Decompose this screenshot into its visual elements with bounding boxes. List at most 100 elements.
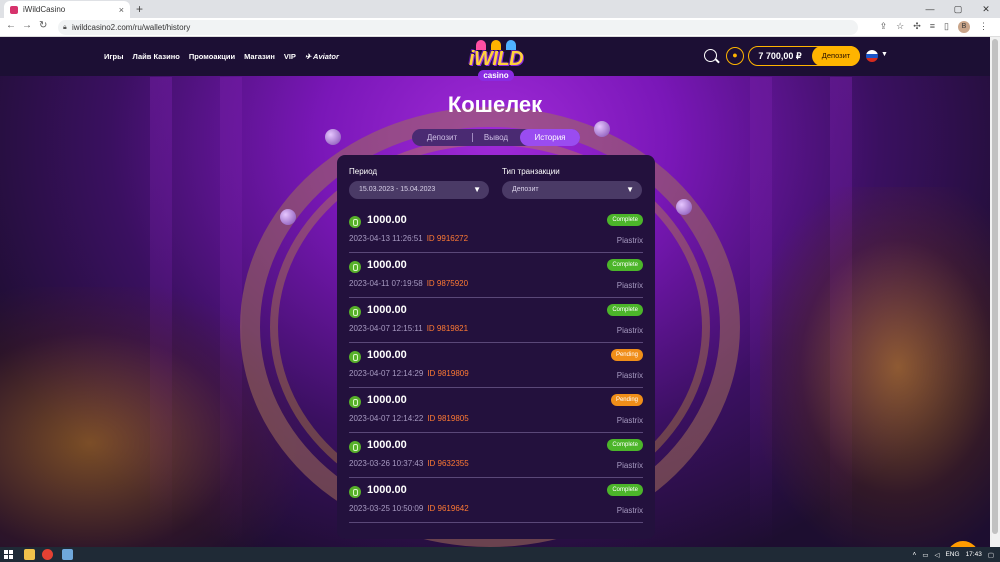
language-dropdown-chevron-icon[interactable]: ▼ <box>881 51 888 58</box>
transaction-date: 2023-04-07 12:14:22 <box>349 414 424 423</box>
share-icon[interactable]: ⇪ <box>880 21 888 33</box>
maximize-icon[interactable]: ▢ <box>944 0 972 18</box>
transaction-row[interactable]: 1000.00 2023-04-11 07:19:58 ID 9875920 Co… <box>349 253 643 298</box>
deposit-button[interactable]: Депозит <box>812 46 860 66</box>
background-orb <box>594 121 610 137</box>
background-orb <box>280 209 296 225</box>
transaction-datetime: 2023-03-25 10:50:09 ID 9619642 <box>349 504 469 513</box>
new-tab-button[interactable]: + <box>136 2 143 16</box>
transaction-row[interactable]: 1000.00 2023-03-26 10:37:43 ID 9632355 Co… <box>349 433 643 478</box>
transaction-id: ID 9819809 <box>427 369 469 378</box>
payment-method: Piastrix <box>616 236 643 245</box>
chevron-down-icon: ▼ <box>626 185 634 194</box>
transaction-id: ID 9875920 <box>426 279 469 288</box>
tab-deposit[interactable]: Депозит <box>414 129 470 146</box>
background-treasure-right <box>760 187 990 547</box>
plane-icon: ✈ <box>304 52 314 61</box>
tab-history[interactable]: История <box>520 129 580 146</box>
app-icon[interactable] <box>62 549 73 560</box>
transaction-row[interactable]: 1000.00 2023-04-07 12:15:11 ID 9819821 Co… <box>349 298 643 343</box>
clock[interactable]: 17:43 <box>966 551 982 558</box>
site-logo[interactable]: iWILD casino <box>458 40 534 86</box>
transaction-row[interactable]: 1000.00 2023-04-13 11:26:51 ID 9916272 Co… <box>349 208 643 253</box>
transaction-date: 2023-03-25 10:50:09 <box>349 504 424 513</box>
windows-start-icon[interactable] <box>4 550 13 559</box>
background-orb <box>325 129 341 145</box>
transaction-date: 2023-04-07 12:15:11 <box>349 324 423 333</box>
menu-item-live-casino[interactable]: Лайв Казино <box>133 52 180 61</box>
coin-icon <box>349 261 361 273</box>
menu-item-vip[interactable]: VIP <box>284 52 296 61</box>
page-title: Кошелек <box>447 92 543 117</box>
forward-arrow-icon[interactable]: → <box>22 20 32 31</box>
tray-chevron-icon[interactable]: ˄ <box>913 551 917 558</box>
period-label: Период <box>349 167 378 176</box>
transaction-type-select[interactable]: Депозит ▼ <box>502 181 642 199</box>
status-badge: Complete <box>607 259 643 271</box>
window-controls: — ▢ ✕ <box>916 0 1000 18</box>
side-panel-icon[interactable]: ▯ <box>944 21 949 33</box>
transaction-date: 2023-04-07 12:14:29 <box>349 369 424 378</box>
chrome-icon[interactable] <box>42 549 53 560</box>
transaction-amount: 1000.00 <box>367 439 407 451</box>
status-badge: Complete <box>607 214 643 226</box>
status-badge: Complete <box>607 439 643 451</box>
scrollbar-thumb[interactable] <box>992 39 998 534</box>
transaction-row[interactable]: 1000.00 2023-04-07 12:14:22 ID 9819805 Pe… <box>349 388 643 433</box>
url-field[interactable]: 🔒︎ iwildcasino2.com/ru/wallet/history <box>58 20 858 35</box>
notifications-icon[interactable]: ▢ <box>988 551 994 559</box>
coin-icon <box>349 351 361 363</box>
tab-withdrawal[interactable]: Вывод <box>474 129 518 146</box>
coin-icon <box>349 396 361 408</box>
payment-method: Piastrix <box>616 461 643 470</box>
transaction-id: ID 9819821 <box>426 324 469 333</box>
input-language[interactable]: ENG <box>945 551 959 558</box>
menu-item-promotions[interactable]: Промоакции <box>189 52 235 61</box>
system-tray: ˄ ▭ ◁ ENG 17:43 ▢ <box>913 547 994 562</box>
reload-icon[interactable]: ↻ <box>39 20 47 31</box>
transaction-amount: 1000.00 <box>367 484 407 496</box>
minimize-icon[interactable]: — <box>916 0 944 18</box>
menu-item-aviator[interactable]: ✈ Aviator <box>305 52 339 61</box>
period-select[interactable]: 15.03.2023 - 15.04.2023 ▼ <box>349 181 489 199</box>
volume-icon[interactable]: ◁ <box>934 551 939 559</box>
status-badge: Pending <box>610 349 643 361</box>
extensions-puzzle-icon[interactable]: ✣ <box>913 21 921 33</box>
status-badge: Complete <box>607 304 643 316</box>
address-bar: ← → ↻ 🔒︎ iwildcasino2.com/ru/wallet/hist… <box>0 18 1000 37</box>
coin-icon <box>349 441 361 453</box>
transaction-row[interactable]: 1000.00 2023-03-25 10:50:09 ID 9619642 Co… <box>349 478 643 523</box>
transaction-row[interactable]: 1000.00 2023-04-07 12:14:29 ID 9819809 Pe… <box>349 343 643 388</box>
payment-method: Piastrix <box>616 416 643 425</box>
search-icon[interactable] <box>704 49 717 62</box>
bookmark-star-icon[interactable]: ☆ <box>896 21 904 33</box>
transaction-amount: 1000.00 <box>367 259 407 271</box>
reading-list-icon[interactable]: ≡ <box>930 21 935 33</box>
transaction-datetime: 2023-04-07 12:14:22 ID 9819805 <box>349 414 469 423</box>
close-tab-icon[interactable]: × <box>119 5 124 15</box>
back-arrow-icon[interactable]: ← <box>6 20 16 31</box>
close-window-icon[interactable]: ✕ <box>972 0 1000 18</box>
transaction-type-value: Депозит <box>512 186 539 193</box>
profile-avatar[interactable]: В <box>958 21 970 33</box>
transaction-id: ID 9916272 <box>426 234 469 243</box>
user-icon: ● <box>732 50 738 60</box>
casino-page: Игры Лайв Казино Промоакции Магазин VIP … <box>0 37 990 547</box>
page-scrollbar[interactable] <box>990 37 1000 547</box>
network-icon[interactable]: ▭ <box>922 551 928 559</box>
browser-tab[interactable]: iWildCasino × <box>4 1 130 18</box>
transaction-amount: 1000.00 <box>367 304 407 316</box>
transaction-date: 2023-04-13 11:26:51 <box>349 234 423 243</box>
menu-item-shop[interactable]: Магазин <box>244 52 275 61</box>
logo-word: iWILD <box>468 48 524 70</box>
chevron-down-icon: ▼ <box>473 185 481 194</box>
user-account-button[interactable]: ● <box>726 47 744 65</box>
file-explorer-icon[interactable] <box>24 549 35 560</box>
payment-method: Piastrix <box>616 281 643 290</box>
menu-item-games[interactable]: Игры <box>104 52 124 61</box>
payment-method: Piastrix <box>616 326 643 335</box>
russian-flag-icon[interactable] <box>866 50 878 62</box>
tab-divider <box>472 133 473 142</box>
browser-menu-icon[interactable]: ⋮ <box>979 21 988 33</box>
transaction-history-panel: Период 15.03.2023 - 15.04.2023 ▼ Тип тра… <box>337 155 655 539</box>
